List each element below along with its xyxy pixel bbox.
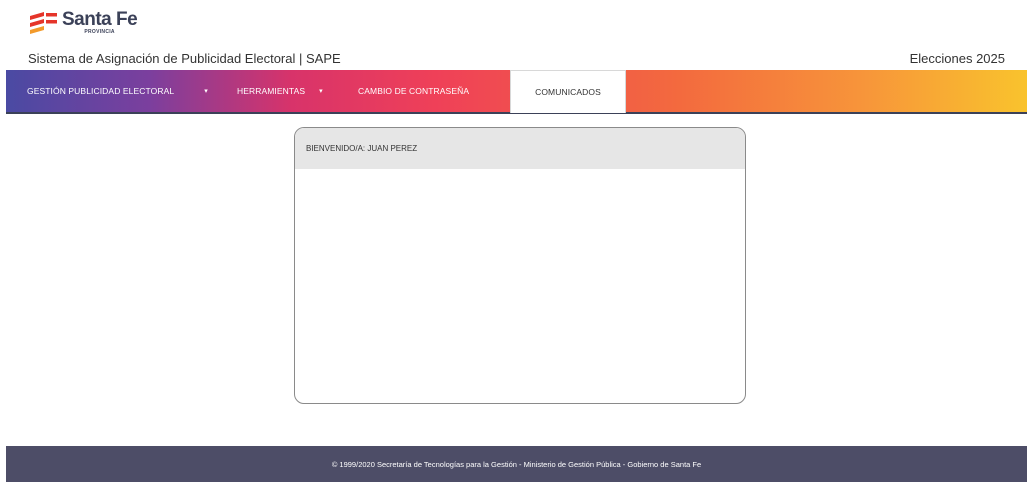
welcome-panel: BIENVENIDO/A: JUAN PEREZ bbox=[294, 127, 746, 404]
tab-comunicados[interactable]: COMUNICADOS bbox=[510, 70, 626, 113]
caret-down-icon: ▾ bbox=[204, 88, 208, 95]
footer-copyright: © 1999/2020 Secretaría de Tecnologías pa… bbox=[331, 459, 702, 469]
logo-subtitle: PROVINCIA bbox=[84, 29, 115, 35]
caret-down-icon: ▾ bbox=[319, 88, 323, 95]
welcome-text: BIENVENIDO/A: JUAN PEREZ bbox=[306, 144, 418, 153]
main-navbar: GESTIÓN PUBLICIDAD ELECTORAL ▾ HERRAMIEN… bbox=[6, 70, 1027, 114]
nav-label-gestion: GESTIÓN PUBLICIDAD ELECTORAL bbox=[27, 86, 175, 96]
footer: © 1999/2020 Secretaría de Tecnologías pa… bbox=[6, 446, 1027, 482]
header: Santa Fe PROVINCIA Sistema de Asignación… bbox=[0, 0, 1027, 70]
santa-fe-flag-icon bbox=[28, 10, 58, 36]
nav-herramientas[interactable]: HERRAMIENTAS ▾ bbox=[237, 70, 323, 112]
nav-gestion-publicidad-electoral[interactable]: GESTIÓN PUBLICIDAD ELECTORAL ▾ bbox=[27, 70, 208, 112]
logo-name: Santa Fe bbox=[62, 9, 138, 30]
app-title: Sistema de Asignación de Publicidad Elec… bbox=[28, 51, 341, 66]
nav-label-herramientas: HERRAMIENTAS bbox=[237, 86, 306, 96]
nav-label-cambio-contrasena: CAMBIO DE CONTRASEÑA bbox=[358, 86, 470, 96]
nav-cambio-de-contrasena[interactable]: CAMBIO DE CONTRASEÑA bbox=[358, 70, 469, 112]
election-label: Elecciones 2025 bbox=[909, 51, 1005, 66]
welcome-header: BIENVENIDO/A: JUAN PEREZ bbox=[295, 128, 745, 169]
santa-fe-logo[interactable]: Santa Fe PROVINCIA bbox=[28, 9, 138, 40]
nav-label-comunicados: COMUNICADOS bbox=[535, 87, 601, 97]
